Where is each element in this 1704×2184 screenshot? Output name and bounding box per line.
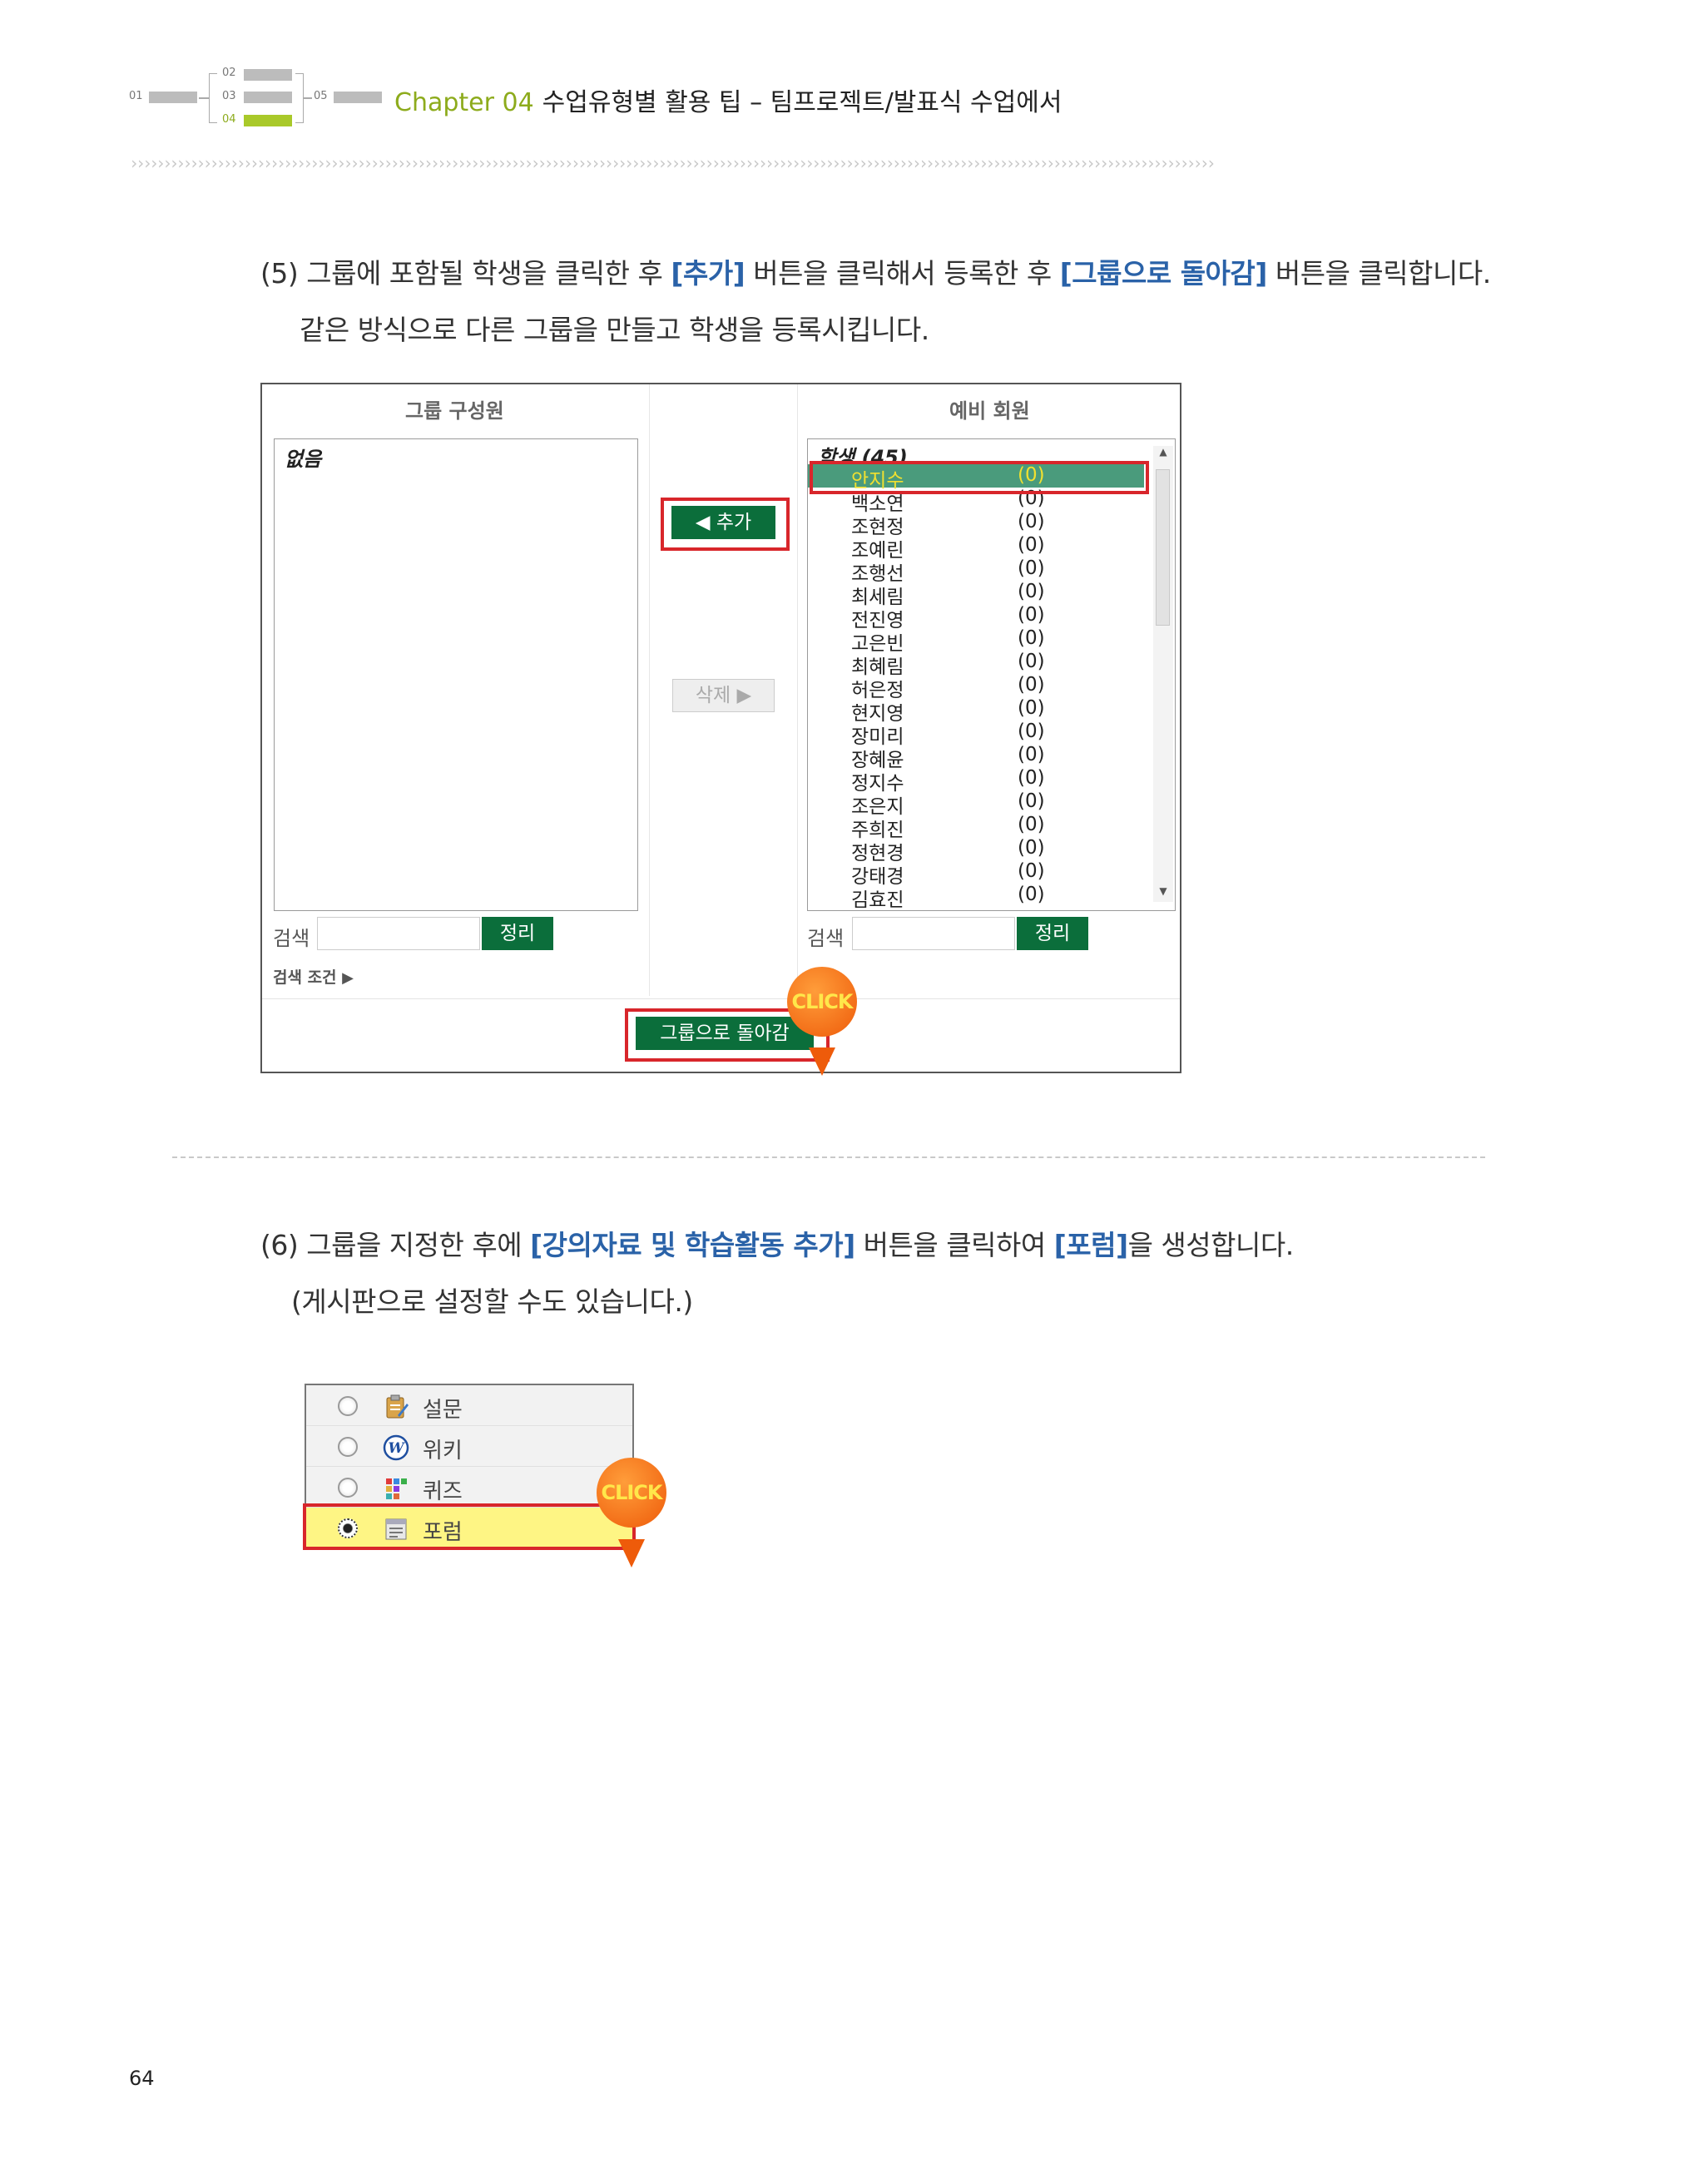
section-separator: [172, 1156, 1485, 1158]
right-search-label: 검색: [807, 927, 845, 950]
member-row[interactable]: 조행선 (0): [808, 557, 1144, 585]
member-row[interactable]: 강태경 (0): [808, 860, 1144, 888]
radio-quiz[interactable]: [338, 1478, 358, 1498]
right-search-input[interactable]: [852, 917, 1015, 950]
right-sort-button[interactable]: 정리: [1017, 917, 1088, 950]
option-survey[interactable]: 설문: [306, 1385, 632, 1426]
pending-members-title: 예비 회원: [949, 399, 1030, 423]
member-row[interactable]: 현지영 (0): [808, 697, 1144, 725]
list-scrollbar[interactable]: ▲ ▼: [1153, 446, 1173, 902]
member-row[interactable]: 주희진 (0): [808, 814, 1144, 841]
option-label: 퀴즈: [423, 1479, 463, 1504]
member-row[interactable]: 최세림 (0): [808, 581, 1144, 608]
pending-members-list[interactable]: 학생 (45) ▲ ▼ 안지수 (0) 백소연 (0) 조현정 (0) 조예린 (0) …: [807, 438, 1176, 911]
step6-instruction-line2: (게시판으로 설정할 수도 있습니다.): [291, 1285, 693, 1318]
svg-text:W: W: [388, 1440, 405, 1457]
member-row[interactable]: 조예린 (0): [808, 534, 1144, 562]
click-callout: CLICK: [787, 967, 857, 1037]
radio-survey[interactable]: [338, 1396, 358, 1416]
triangle-right-icon: ▶: [342, 969, 354, 987]
step6-instruction: (6) 그룹을 지정한 후에 [강의자료 및 학습활동 추가] 버튼을 클릭하여…: [260, 1229, 1294, 1261]
back-to-group-button[interactable]: 그룹으로 돌아감: [636, 1017, 814, 1050]
option-quiz[interactable]: 퀴즈: [306, 1467, 632, 1508]
step5-instruction-line2: 같은 방식으로 다른 그룹을 만들고 학생을 등록시킵니다.: [300, 314, 929, 346]
option-wiki[interactable]: W 위키: [306, 1426, 632, 1467]
step5-highlight-add: [추가]: [671, 257, 746, 290]
forum-option-highlight: [303, 1503, 636, 1550]
member-row[interactable]: 장혜윤 (0): [808, 744, 1144, 771]
nav-step-03: 03: [222, 90, 236, 102]
group-member-screenshot: 그룹 구성원 예비 회원 없음 ◀ 추가 삭제 ▶ 학생 (45) ▲ ▼ 안지…: [260, 383, 1181, 1076]
member-row[interactable]: 장미리 (0): [808, 721, 1144, 748]
page-number: 64: [129, 2067, 155, 2090]
nav-bar-05: [334, 92, 382, 103]
click-callout-pointer: [618, 1539, 645, 1567]
member-row[interactable]: 정지수 (0): [808, 767, 1144, 795]
member-row[interactable]: 허은정 (0): [808, 674, 1144, 701]
step5-instruction: (5) 그룹에 포함될 학생을 클릭한 후 [추가] 버튼을 클릭해서 등록한 …: [260, 257, 1491, 290]
chapter-label: Chapter 04: [394, 88, 534, 117]
nav-bar-01: [149, 92, 197, 103]
chapter-title: 수업유형별 활용 팁 – 팀프로젝트/발표식 수업에서: [542, 88, 1063, 117]
click-callout-pointer: [809, 1047, 835, 1076]
search-condition-toggle[interactable]: 검색 조건 ▶: [273, 965, 354, 988]
click-callout: CLICK: [597, 1458, 666, 1528]
step6-highlight-forum: [포럼]: [1053, 1229, 1128, 1261]
step6-highlight-add-activity: [강의자료 및 학습활동 추가]: [530, 1229, 855, 1261]
member-row[interactable]: 고은빈 (0): [808, 627, 1144, 655]
member-row[interactable]: 김효진 (0): [808, 884, 1144, 910]
add-button[interactable]: ◀ 추가: [671, 506, 775, 539]
nav-step-04: 04: [222, 113, 236, 126]
nav-step-02: 02: [222, 67, 236, 79]
scroll-up-icon[interactable]: ▲: [1153, 446, 1173, 458]
quiz-icon: [386, 1478, 407, 1499]
empty-label: 없음: [285, 448, 322, 471]
chapter-header: Chapter 04 수업유형별 활용 팁 – 팀프로젝트/발표식 수업에서: [394, 82, 1062, 118]
member-row[interactable]: 전진영 (0): [808, 604, 1144, 631]
left-sort-button[interactable]: 정리: [482, 917, 553, 950]
group-members-list[interactable]: 없음: [274, 438, 638, 911]
survey-icon: [386, 1394, 409, 1419]
scroll-down-icon[interactable]: ▼: [1153, 885, 1173, 897]
delete-button[interactable]: 삭제 ▶: [672, 679, 775, 712]
radio-wiki[interactable]: [338, 1437, 358, 1457]
scroll-thumb[interactable]: [1156, 469, 1170, 626]
step5-highlight-back: [그룹으로 돌아감]: [1059, 257, 1268, 290]
wiki-icon: W: [383, 1434, 409, 1461]
nav-bar-04-active: [244, 115, 292, 126]
chapter-progress-nav: 01 02 03 04 05: [129, 65, 395, 130]
nav-bar-02: [244, 69, 292, 81]
option-label: 위키: [423, 1439, 463, 1463]
member-row[interactable]: 정현경 (0): [808, 837, 1144, 864]
member-row[interactable]: 조현정 (0): [808, 511, 1144, 538]
group-members-title: 그룹 구성원: [405, 399, 504, 423]
member-row[interactable]: 조은지 (0): [808, 790, 1144, 818]
left-search-input[interactable]: [317, 917, 480, 950]
member-row[interactable]: 최혜림 (0): [808, 651, 1144, 678]
selected-row-highlight: [810, 461, 1149, 494]
header-divider: ››››››››››››››››››››››››››››››››››››››››…: [129, 153, 1216, 173]
option-label: 설문: [423, 1398, 463, 1423]
nav-bar-03: [244, 92, 292, 103]
nav-step-05: 05: [314, 90, 328, 102]
nav-step-01: 01: [129, 90, 143, 102]
left-search-label: 검색: [273, 927, 310, 950]
